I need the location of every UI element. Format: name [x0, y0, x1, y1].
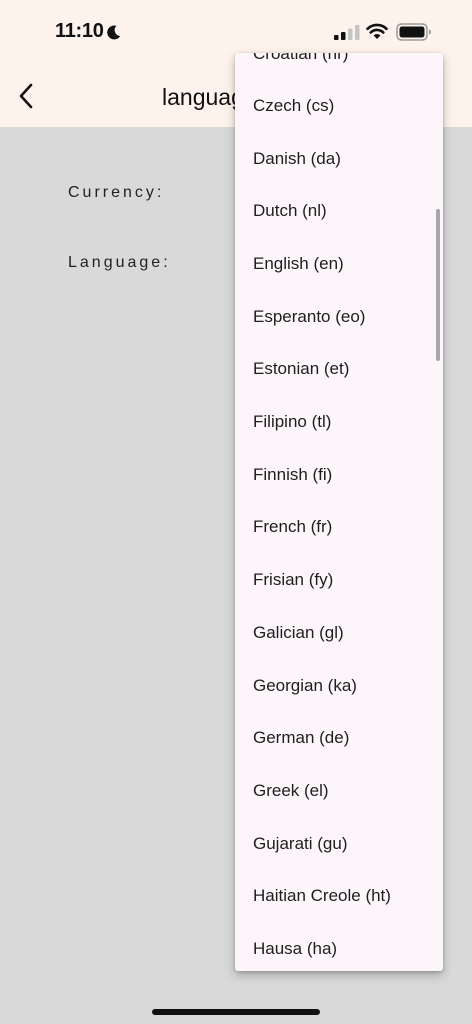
- currency-label: Currency:: [68, 184, 165, 201]
- language-option[interactable]: Estonian (et): [235, 343, 443, 396]
- moon-icon: [107, 25, 121, 40]
- language-option[interactable]: Croatian (hr): [235, 53, 443, 81]
- language-option[interactable]: Georgian (ka): [235, 660, 443, 713]
- home-indicator[interactable]: [152, 1009, 320, 1015]
- battery-icon: [396, 23, 431, 41]
- language-option[interactable]: Frisian (fy): [235, 554, 443, 607]
- signal-icon: [334, 25, 360, 40]
- status-time: 11:10: [55, 20, 104, 42]
- language-option[interactable]: Filipino (tl): [235, 396, 443, 449]
- wifi-icon: [366, 23, 388, 39]
- back-button[interactable]: [8, 76, 44, 116]
- language-label: Language:: [68, 254, 171, 271]
- language-option[interactable]: Gujarati (gu): [235, 818, 443, 871]
- language-option[interactable]: Danish (da): [235, 133, 443, 186]
- language-dropdown-menu[interactable]: Croatian (hr) Czech (cs) Danish (da) Dut…: [235, 53, 443, 971]
- page-title: languag: [162, 84, 244, 110]
- language-option[interactable]: Hausa (ha): [235, 923, 443, 971]
- language-option[interactable]: Finnish (fi): [235, 449, 443, 502]
- language-option[interactable]: German (de): [235, 712, 443, 765]
- scrollbar-thumb[interactable]: [436, 209, 440, 361]
- language-option[interactable]: Galician (gl): [235, 607, 443, 660]
- language-option[interactable]: Haitian Creole (ht): [235, 870, 443, 923]
- language-option[interactable]: Czech (cs): [235, 80, 443, 133]
- language-option[interactable]: French (fr): [235, 501, 443, 554]
- language-option[interactable]: Greek (el): [235, 765, 443, 818]
- language-option[interactable]: Esperanto (eo): [235, 291, 443, 344]
- language-option[interactable]: English (en): [235, 238, 443, 291]
- language-option[interactable]: Dutch (nl): [235, 185, 443, 238]
- chevron-left-icon: [19, 83, 33, 109]
